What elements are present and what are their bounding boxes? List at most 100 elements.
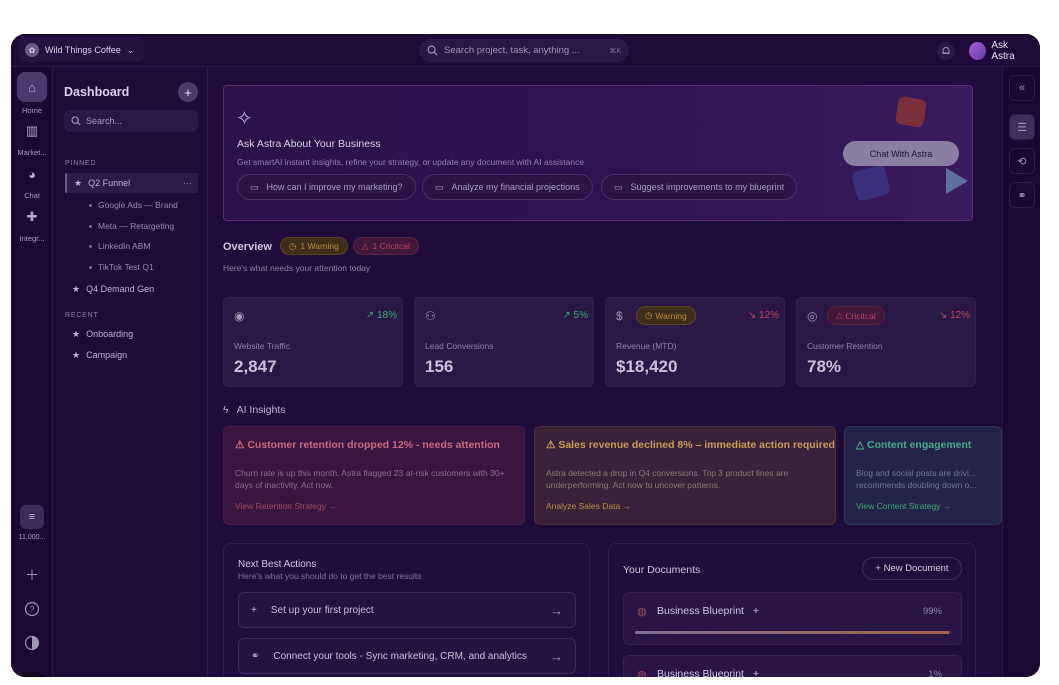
link-icon: ⚭ [251, 650, 260, 662]
insight-card-sales[interactable]: ⚠ Sales revenue declined 8% – immediate … [534, 426, 836, 525]
rail-item-label: Chat [24, 191, 40, 200]
critical-count-badge[interactable]: △ 1 Cricitcal [353, 237, 419, 255]
sub-item-label: TikTok Test Q1 [98, 262, 154, 272]
add-dashboard-button[interactable]: + [178, 82, 198, 102]
ask-astra-button[interactable]: Ask Astra [967, 39, 1040, 63]
insight-link[interactable]: View Retention Strategy → [235, 501, 337, 511]
insight-link[interactable]: View Content Strategy → [856, 501, 951, 511]
insight-link[interactable]: Analyze Sales Data → [546, 501, 631, 511]
bullet-icon [89, 244, 92, 248]
global-search-input[interactable]: Search project, task, anything ... ⌘K [419, 39, 629, 62]
sub-item-tiktok[interactable]: TikTok Test Q1 [89, 262, 154, 272]
metric-card-customer-retention[interactable]: ◎ △ Cricitcal ↘ 12% Customer Retention 7… [796, 297, 976, 387]
metric-value: 78% [807, 357, 842, 376]
add-icon[interactable]: + [753, 668, 759, 677]
delta-value: 5% [573, 310, 588, 321]
metric-value: 156 [425, 357, 454, 376]
delta-value: 18% [376, 310, 397, 321]
recent-item-onboarding[interactable]: ★ Onboarding [65, 324, 198, 344]
document-name: Business Blueprint + [657, 668, 759, 677]
workspace-switcher[interactable]: ✿ Wild Things Coffee ⌄ [19, 38, 145, 62]
add-icon[interactable]: ＋ [22, 565, 42, 585]
history-icon[interactable]: ⟲ [1009, 148, 1035, 174]
new-document-button[interactable]: + New Document [862, 557, 962, 580]
rail-item-chat[interactable]: ◕ Chat [11, 159, 53, 201]
user-avatar[interactable]: JD [15, 671, 49, 677]
prompt-chip-marketing[interactable]: ▭ How can I improve my marketing? [237, 174, 416, 200]
notifications-bell-icon[interactable] [937, 42, 955, 60]
insight-card-content[interactable]: △ Content engagement Blog and social pos… [844, 426, 1002, 525]
workspace-name: Wild Things Coffee [45, 45, 121, 55]
recent-item-campaign[interactable]: ★ Campaign [65, 345, 198, 365]
decorative-shape-blue [850, 164, 892, 202]
eye-icon: ◉ [234, 309, 245, 323]
action-connect-tools[interactable]: ⚭ Connect your tools - Sync marketing, C… [238, 638, 576, 674]
sub-item-google-ads[interactable]: Google Ads — Brand [89, 200, 178, 210]
insight-title-text: Sales revenue declined 8% – immediate ac… [558, 439, 835, 451]
metric-card-revenue[interactable]: $ ◷ Warning ↘ 12% Revenue (MTD) $18,420 [605, 297, 785, 387]
rail-item-label: Market... [17, 148, 47, 157]
global-search-placeholder: Search project, task, anything ... [444, 45, 580, 56]
sub-item-linkedin[interactable]: LinkedIn ABM [89, 241, 150, 251]
prompt-chip-blueprint[interactable]: ▭ Suggest improvements to my blueprint [601, 174, 798, 200]
chat-icon: ◕ [28, 166, 36, 182]
puzzle-icon: ✚ [26, 209, 38, 224]
prompt-chip-financial[interactable]: ▭ Analyze my financial projections [422, 174, 593, 200]
action-label: Connect your tools - Sync marketing, CRM… [273, 650, 527, 662]
help-icon[interactable]: ? [22, 599, 42, 619]
clock-icon: ◷ [289, 240, 297, 251]
credits-database-icon[interactable]: ≡ [20, 505, 44, 529]
sub-item-label: Meta — Retargeting [98, 221, 175, 231]
insight-link-text: Analyze Sales Data [546, 501, 621, 511]
sub-item-meta[interactable]: Meta — Retargeting [89, 221, 174, 231]
document-percent: 1% [928, 669, 942, 677]
collapse-chevrons-icon[interactable]: « [1009, 75, 1035, 101]
rail-item-home[interactable]: ⌂ Home [11, 72, 53, 115]
action-setup-project[interactable]: + Set up your first project → [238, 592, 576, 628]
banner-subtitle: Get smartAI instant insights, refine you… [237, 157, 585, 167]
decorative-shape-red [894, 95, 928, 129]
document-row[interactable]: ◍ Business Blueprint + 99% [623, 592, 962, 645]
document-name-text: Business Blueprint [657, 605, 744, 617]
more-options-icon[interactable]: ··· [183, 178, 192, 188]
insight-description: Blog and social posts are drivi... recom… [856, 468, 977, 490]
documents-panel: Your Documents + New Document ◍ Business… [608, 543, 976, 677]
nba-title: Next Best Actions [238, 559, 317, 570]
insight-card-retention[interactable]: ⚠ Customer retention dropped 12% - needs… [223, 426, 525, 525]
rail-item-marketing[interactable]: ▥ Market... [11, 116, 53, 157]
documents-title: Your Documents [623, 564, 701, 576]
pinned-item-q2-funnel[interactable]: ★ Q2 Funnel ··· [65, 173, 198, 193]
task-list-icon[interactable]: ☰ [1009, 114, 1035, 140]
document-status-icon: ◍ [637, 606, 647, 618]
warning-count-badge[interactable]: ◷ 1 Warning [280, 237, 348, 255]
document-row[interactable]: ◍ Business Blueprint + 1% [623, 655, 962, 677]
metric-card-lead-conversions[interactable]: ⚇ ↗ 5% Lead Conversions 156 [414, 297, 594, 387]
search-icon [71, 116, 81, 126]
insight-title: ⚠ Customer retention dropped 12% - needs… [235, 439, 500, 451]
credits-count: 11,000... [18, 534, 46, 541]
home-icon: ⌂ [17, 72, 47, 102]
insight-title: △ Content engagement [856, 439, 972, 451]
rail-item-integrations[interactable]: ✚ Integr... [11, 202, 53, 243]
chat-with-astra-button[interactable]: Chat With Astra [843, 141, 959, 166]
theme-toggle-icon[interactable] [22, 633, 42, 653]
tree-item-label: Campaign [86, 350, 128, 360]
arrow-right-icon: → [550, 602, 563, 618]
panel-search-input[interactable]: Search... [64, 110, 198, 132]
tree-item-label: Q2 Funnel [88, 178, 131, 188]
metric-card-website-traffic[interactable]: ◉ ↗ 18% Website Traffic 2,847 [223, 297, 403, 387]
badge-label: 1 Warning [300, 241, 339, 251]
critical-badge: △ Cricitcal [827, 306, 885, 325]
document-status-icon: ◍ [637, 669, 647, 677]
metric-value: $18,420 [616, 357, 678, 376]
bullet-icon [89, 203, 92, 207]
document-name: Business Blueprint + [657, 605, 759, 617]
ask-astra-banner: ✧ Ask Astra About Your Business Get smar… [223, 85, 973, 221]
link-icon[interactable]: ⚭ [1009, 182, 1035, 208]
pinned-item-q4-demand-gen[interactable]: ★ Q4 Demand Gen [65, 279, 198, 299]
metric-label: Website Traffic [234, 341, 290, 351]
panel-search-placeholder: Search... [86, 116, 123, 126]
nba-subtitle: Here's what you should do to get the bes… [238, 571, 422, 581]
chat-bubble-icon: ▭ [614, 181, 623, 192]
add-icon[interactable]: + [753, 605, 759, 617]
